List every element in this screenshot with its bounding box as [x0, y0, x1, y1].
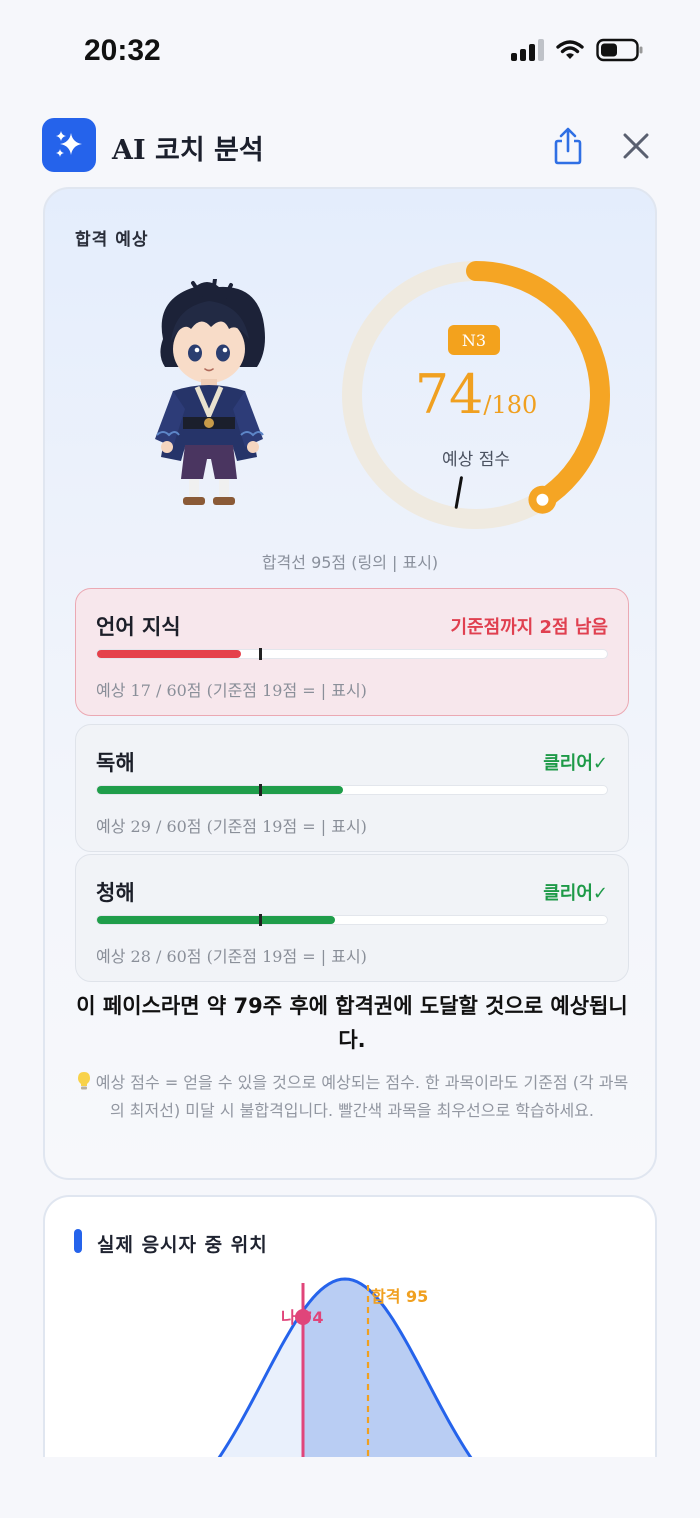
threshold-marker: [258, 784, 262, 796]
cellular-signal-icon: [511, 39, 544, 61]
subject-name: 청해: [96, 881, 135, 905]
subject-name: 언어 지식: [96, 615, 181, 639]
subject-card-reading[interactable]: 독해 클리어✓ 예상 29 / 60점 (기준점 19점 = | 표시): [75, 724, 629, 852]
pass-line-note: 합격선 95점 (링의 | 표시): [261, 553, 439, 572]
lightbulb-icon: [77, 1072, 90, 1090]
subject-detail: 예상 29 / 60점 (기준점 19점 = | 표시): [96, 817, 367, 836]
screen-bottom-edge: [0, 1457, 700, 1518]
threshold-marker: [258, 648, 262, 660]
score-caption: 예상 점수: [442, 450, 510, 470]
page-title: AI 코치 분석: [112, 135, 264, 166]
sparkle-icon: [42, 118, 96, 172]
battery-icon: [596, 38, 643, 62]
threshold-marker: [258, 914, 262, 926]
subject-progress-track: [96, 648, 608, 660]
subject-status: 클리어✓: [543, 753, 608, 774]
score-line: 74/180: [340, 363, 612, 426]
level-badge: N3: [448, 325, 500, 355]
share-icon[interactable]: [550, 126, 586, 166]
wifi-icon: [556, 40, 584, 59]
close-icon[interactable]: [620, 130, 652, 162]
subject-detail: 예상 17 / 60점 (기준점 19점 = | 표시): [96, 681, 367, 700]
pass-label: 합격 95: [371, 1287, 428, 1306]
section-accent-bar: [74, 1229, 82, 1253]
score-total: /180: [483, 391, 538, 419]
subject-progress-fill: [97, 650, 242, 658]
score-value: 74: [414, 363, 484, 426]
subject-card-listening[interactable]: 청해 클리어✓ 예상 28 / 60점 (기준점 19점 = | 표시): [75, 854, 629, 982]
score-readout: N3 74/180 예상 점수: [340, 259, 612, 531]
subject-detail: 예상 28 / 60점 (기준점 19점 = | 표시): [96, 947, 367, 966]
subject-card-language[interactable]: 언어 지식 기준점까지 2점 남음 예상 17 / 60점 (기준점 19점 =…: [75, 588, 629, 716]
tip: 예상 점수 = 얻을 수 있을 것으로 예상되는 점수. 한 과목이라도 기준점…: [75, 1069, 629, 1125]
subject-progress-fill: [97, 786, 344, 794]
subject-status: 기준점까지 2점 남음: [450, 617, 608, 638]
header: AI 코치 분석: [42, 118, 662, 174]
position-title: 실제 응시자 중 위치: [97, 1234, 268, 1256]
subject-progress-track: [96, 784, 608, 796]
prediction-card: 합격 예상 N3 74/180 예상 점수 합격선 95점 (링의 | 표시) …: [43, 187, 657, 1180]
me-label: 나 74: [281, 1308, 324, 1327]
status-bar: 20:32: [0, 0, 700, 100]
pace-forecast: 이 페이스라면 약 79주 후에 합격권에 도달할 것으로 예상됩니다.: [76, 994, 628, 1052]
prediction-label: 합격 예상: [75, 230, 149, 250]
character-avatar: [155, 279, 265, 505]
status-time: 20:32: [84, 34, 161, 67]
subject-progress-track: [96, 914, 608, 926]
subject-name: 독해: [96, 751, 135, 775]
tip-text: 예상 점수 = 얻을 수 있을 것으로 예상되는 점수. 한 과목이라도 기준점…: [95, 1073, 629, 1120]
subject-progress-fill: [97, 916, 336, 924]
status-icons: [511, 38, 644, 62]
subject-status: 클리어✓: [543, 883, 608, 904]
